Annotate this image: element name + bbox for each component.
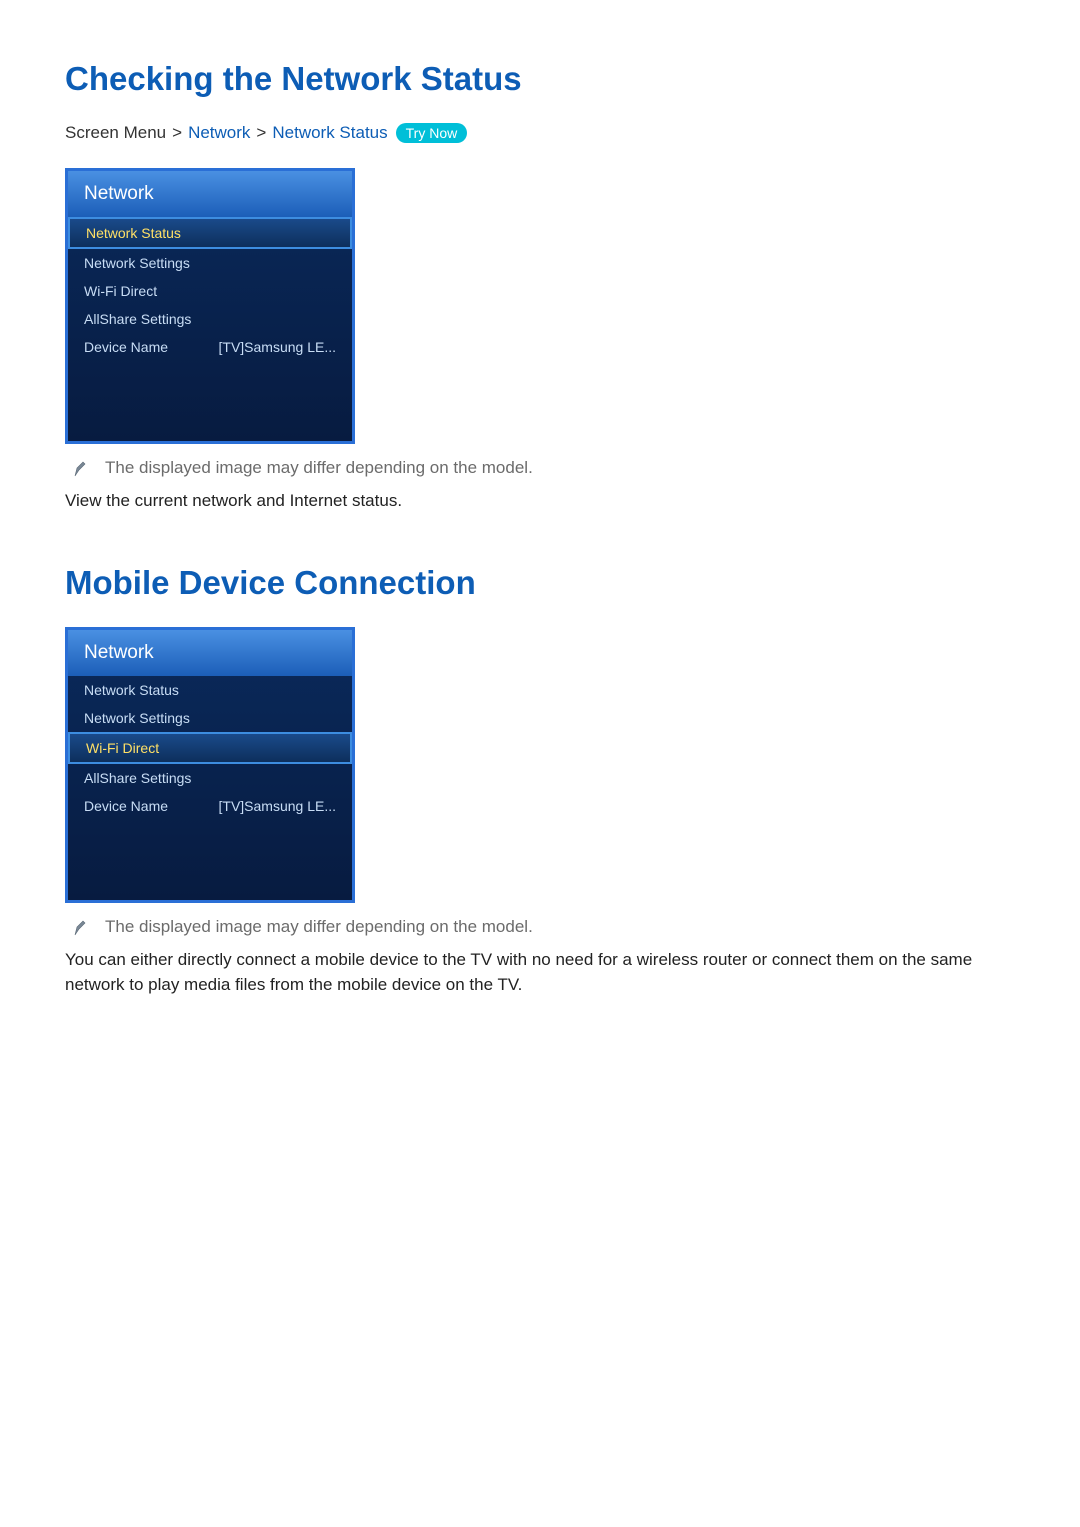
menu-item-allshare[interactable]: AllShare Settings	[68, 764, 352, 792]
panel-body: Network Status Network Settings Wi-Fi Di…	[68, 676, 352, 900]
menu-item-label: Wi-Fi Direct	[86, 740, 159, 756]
menu-item-label: Device Name	[84, 798, 168, 814]
menu-item-label: AllShare Settings	[84, 770, 191, 786]
note-row-1: The displayed image may differ depending…	[65, 458, 1015, 478]
menu-item-label: Device Name	[84, 339, 168, 355]
section-title-1: Checking the Network Status	[65, 60, 1015, 98]
menu-item-device-name[interactable]: Device Name [TV]Samsung LE...	[68, 333, 352, 361]
breadcrumb-sep: >	[172, 123, 182, 143]
menu-item-value: [TV]Samsung LE...	[219, 339, 337, 355]
breadcrumb-root: Screen Menu	[65, 123, 166, 143]
menu-item-value: [TV]Samsung LE...	[219, 798, 337, 814]
pencil-icon	[73, 460, 87, 478]
panel-body: Network Status Network Settings Wi-Fi Di…	[68, 217, 352, 441]
menu-item-network-settings[interactable]: Network Settings	[68, 249, 352, 277]
menu-item-label: Network Status	[86, 225, 181, 241]
breadcrumb-network[interactable]: Network	[188, 123, 250, 143]
menu-item-network-settings[interactable]: Network Settings	[68, 704, 352, 732]
section-title-2: Mobile Device Connection	[65, 564, 1015, 602]
menu-item-allshare[interactable]: AllShare Settings	[68, 305, 352, 333]
menu-item-network-status[interactable]: Network Status	[68, 676, 352, 704]
menu-item-label: Network Settings	[84, 255, 190, 271]
panel-spacer	[68, 820, 352, 900]
panel-header: Network	[68, 171, 352, 217]
tv-menu-panel-2: Network Network Status Network Settings …	[65, 627, 355, 903]
try-now-badge[interactable]: Try Now	[396, 123, 468, 143]
menu-item-device-name[interactable]: Device Name [TV]Samsung LE...	[68, 792, 352, 820]
breadcrumb-network-status[interactable]: Network Status	[272, 123, 387, 143]
menu-item-label: Wi-Fi Direct	[84, 283, 157, 299]
note-text: The displayed image may differ depending…	[105, 458, 533, 478]
note-text: The displayed image may differ depending…	[105, 917, 533, 937]
menu-item-network-status[interactable]: Network Status	[68, 217, 352, 249]
menu-item-wifi-direct[interactable]: Wi-Fi Direct	[68, 277, 352, 305]
menu-item-label: Network Settings	[84, 710, 190, 726]
note-row-2: The displayed image may differ depending…	[65, 917, 1015, 937]
body-paragraph-1: View the current network and Internet st…	[65, 488, 1015, 514]
panel-header: Network	[68, 630, 352, 676]
menu-item-label: Network Status	[84, 682, 179, 698]
breadcrumb: Screen Menu > Network > Network Status T…	[65, 123, 1015, 143]
body-paragraph-2: You can either directly connect a mobile…	[65, 947, 1015, 998]
pencil-icon	[73, 919, 87, 937]
tv-menu-panel-1: Network Network Status Network Settings …	[65, 168, 355, 444]
breadcrumb-sep: >	[256, 123, 266, 143]
menu-item-wifi-direct[interactable]: Wi-Fi Direct	[68, 732, 352, 764]
menu-item-label: AllShare Settings	[84, 311, 191, 327]
panel-spacer	[68, 361, 352, 441]
